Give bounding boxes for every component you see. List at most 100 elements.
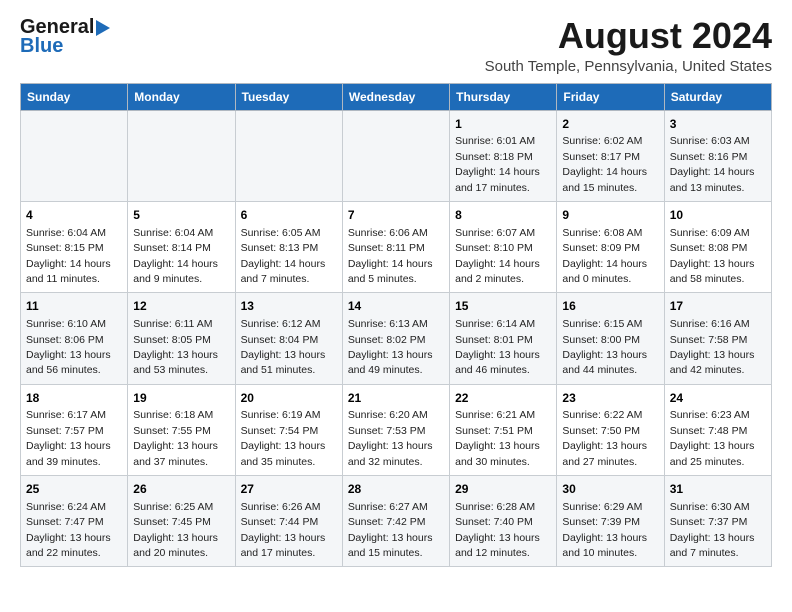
day-info: Sunrise: 6:02 AMSunset: 8:17 PMDaylight:… xyxy=(562,135,647,193)
logo-arrow-icon xyxy=(96,20,110,36)
calendar-cell: 12Sunrise: 6:11 AMSunset: 8:05 PMDayligh… xyxy=(128,293,235,384)
day-number: 31 xyxy=(670,481,766,498)
title-block: August 2024 South Temple, Pennsylvania, … xyxy=(485,16,772,75)
day-info: Sunrise: 6:01 AMSunset: 8:18 PMDaylight:… xyxy=(455,135,540,193)
day-info: Sunrise: 6:19 AMSunset: 7:54 PMDaylight:… xyxy=(241,409,326,467)
calendar-week-row: 11Sunrise: 6:10 AMSunset: 8:06 PMDayligh… xyxy=(21,293,772,384)
day-info: Sunrise: 6:06 AMSunset: 8:11 PMDaylight:… xyxy=(348,227,433,285)
day-info: Sunrise: 6:26 AMSunset: 7:44 PMDaylight:… xyxy=(241,501,326,559)
calendar-cell: 22Sunrise: 6:21 AMSunset: 7:51 PMDayligh… xyxy=(450,384,557,475)
day-info: Sunrise: 6:29 AMSunset: 7:39 PMDaylight:… xyxy=(562,501,647,559)
calendar-cell: 26Sunrise: 6:25 AMSunset: 7:45 PMDayligh… xyxy=(128,476,235,567)
day-info: Sunrise: 6:28 AMSunset: 7:40 PMDaylight:… xyxy=(455,501,540,559)
day-info: Sunrise: 6:20 AMSunset: 7:53 PMDaylight:… xyxy=(348,409,433,467)
day-number: 10 xyxy=(670,207,766,224)
day-info: Sunrise: 6:10 AMSunset: 8:06 PMDaylight:… xyxy=(26,318,111,376)
day-info: Sunrise: 6:17 AMSunset: 7:57 PMDaylight:… xyxy=(26,409,111,467)
day-info: Sunrise: 6:16 AMSunset: 7:58 PMDaylight:… xyxy=(670,318,755,376)
calendar-cell xyxy=(128,110,235,201)
calendar-cell: 5 Sunrise: 6:04 AMSunset: 8:14 PMDaylight… xyxy=(128,201,235,292)
day-of-week-header: Thursday xyxy=(450,83,557,110)
calendar-cell xyxy=(235,110,342,201)
day-number: 3 xyxy=(670,116,766,133)
calendar-cell: 21 Sunrise: 6:20 AMSunset: 7:53 PMDayligh… xyxy=(342,384,449,475)
calendar-cell: 24Sunrise: 6:23 AMSunset: 7:48 PMDayligh… xyxy=(664,384,771,475)
day-of-week-header: Monday xyxy=(128,83,235,110)
day-number: 19 xyxy=(133,390,229,407)
day-info: Sunrise: 6:24 AMSunset: 7:47 PMDaylight:… xyxy=(26,501,111,559)
day-number: 28 xyxy=(348,481,444,498)
day-number: 5 xyxy=(133,207,229,224)
day-info: Sunrise: 6:14 AMSunset: 8:01 PMDaylight:… xyxy=(455,318,540,376)
calendar-cell: 2 Sunrise: 6:02 AMSunset: 8:17 PMDaylight… xyxy=(557,110,664,201)
day-number: 9 xyxy=(562,207,658,224)
calendar-week-row: 18 Sunrise: 6:17 AMSunset: 7:57 PMDayligh… xyxy=(21,384,772,475)
day-number: 21 xyxy=(348,390,444,407)
calendar-cell xyxy=(342,110,449,201)
day-of-week-header: Wednesday xyxy=(342,83,449,110)
calendar-cell: 17Sunrise: 6:16 AMSunset: 7:58 PMDayligh… xyxy=(664,293,771,384)
day-info: Sunrise: 6:12 AMSunset: 8:04 PMDaylight:… xyxy=(241,318,326,376)
calendar-cell: 10Sunrise: 6:09 AMSunset: 8:08 PMDayligh… xyxy=(664,201,771,292)
page-subtitle: South Temple, Pennsylvania, United State… xyxy=(485,58,772,75)
day-number: 4 xyxy=(26,207,122,224)
calendar-cell: 13Sunrise: 6:12 AMSunset: 8:04 PMDayligh… xyxy=(235,293,342,384)
calendar-cell: 30Sunrise: 6:29 AMSunset: 7:39 PMDayligh… xyxy=(557,476,664,567)
calendar-cell: 9 Sunrise: 6:08 AMSunset: 8:09 PMDaylight… xyxy=(557,201,664,292)
page-title: August 2024 xyxy=(485,16,772,56)
day-number: 1 xyxy=(455,116,551,133)
day-of-week-header: Tuesday xyxy=(235,83,342,110)
calendar-cell: 11Sunrise: 6:10 AMSunset: 8:06 PMDayligh… xyxy=(21,293,128,384)
day-info: Sunrise: 6:07 AMSunset: 8:10 PMDaylight:… xyxy=(455,227,540,285)
day-number: 16 xyxy=(562,298,658,315)
calendar-cell: 16 Sunrise: 6:15 AMSunset: 8:00 PMDayligh… xyxy=(557,293,664,384)
day-number: 15 xyxy=(455,298,551,315)
day-number: 6 xyxy=(241,207,337,224)
day-number: 12 xyxy=(133,298,229,315)
day-number: 23 xyxy=(562,390,658,407)
day-info: Sunrise: 6:04 AMSunset: 8:15 PMDaylight:… xyxy=(26,227,111,285)
logo: General Blue xyxy=(20,16,110,58)
day-info: Sunrise: 6:30 AMSunset: 7:37 PMDaylight:… xyxy=(670,501,755,559)
calendar-week-row: 4 Sunrise: 6:04 AMSunset: 8:15 PMDaylight… xyxy=(21,201,772,292)
day-number: 2 xyxy=(562,116,658,133)
page-header: General Blue August 2024 South Temple, P… xyxy=(20,16,772,75)
calendar-cell: 15 Sunrise: 6:14 AMSunset: 8:01 PMDayligh… xyxy=(450,293,557,384)
calendar-table: SundayMondayTuesdayWednesdayThursdayFrid… xyxy=(20,83,772,568)
day-info: Sunrise: 6:03 AMSunset: 8:16 PMDaylight:… xyxy=(670,135,755,193)
day-number: 8 xyxy=(455,207,551,224)
calendar-cell: 20 Sunrise: 6:19 AMSunset: 7:54 PMDayligh… xyxy=(235,384,342,475)
day-info: Sunrise: 6:22 AMSunset: 7:50 PMDaylight:… xyxy=(562,409,647,467)
calendar-cell: 6Sunrise: 6:05 AMSunset: 8:13 PMDaylight… xyxy=(235,201,342,292)
calendar-cell: 1 Sunrise: 6:01 AMSunset: 8:18 PMDaylight… xyxy=(450,110,557,201)
day-of-week-header: Sunday xyxy=(21,83,128,110)
calendar-cell: 29 Sunrise: 6:28 AMSunset: 7:40 PMDayligh… xyxy=(450,476,557,567)
calendar-cell: 23 Sunrise: 6:22 AMSunset: 7:50 PMDayligh… xyxy=(557,384,664,475)
day-of-week-header: Friday xyxy=(557,83,664,110)
day-of-week-header: Saturday xyxy=(664,83,771,110)
calendar-cell: 27Sunrise: 6:26 AMSunset: 7:44 PMDayligh… xyxy=(235,476,342,567)
day-info: Sunrise: 6:27 AMSunset: 7:42 PMDaylight:… xyxy=(348,501,433,559)
day-number: 18 xyxy=(26,390,122,407)
day-info: Sunrise: 6:08 AMSunset: 8:09 PMDaylight:… xyxy=(562,227,647,285)
calendar-week-row: 1 Sunrise: 6:01 AMSunset: 8:18 PMDaylight… xyxy=(21,110,772,201)
day-info: Sunrise: 6:21 AMSunset: 7:51 PMDaylight:… xyxy=(455,409,540,467)
calendar-cell: 28 Sunrise: 6:27 AMSunset: 7:42 PMDayligh… xyxy=(342,476,449,567)
calendar-header-row: SundayMondayTuesdayWednesdayThursdayFrid… xyxy=(21,83,772,110)
calendar-cell: 19Sunrise: 6:18 AMSunset: 7:55 PMDayligh… xyxy=(128,384,235,475)
day-number: 20 xyxy=(241,390,337,407)
calendar-cell: 4 Sunrise: 6:04 AMSunset: 8:15 PMDaylight… xyxy=(21,201,128,292)
day-number: 29 xyxy=(455,481,551,498)
day-number: 24 xyxy=(670,390,766,407)
day-number: 26 xyxy=(133,481,229,498)
calendar-cell: 14Sunrise: 6:13 AMSunset: 8:02 PMDayligh… xyxy=(342,293,449,384)
calendar-week-row: 25 Sunrise: 6:24 AMSunset: 7:47 PMDayligh… xyxy=(21,476,772,567)
day-number: 7 xyxy=(348,207,444,224)
day-number: 25 xyxy=(26,481,122,498)
calendar-cell: 18 Sunrise: 6:17 AMSunset: 7:57 PMDayligh… xyxy=(21,384,128,475)
day-info: Sunrise: 6:04 AMSunset: 8:14 PMDaylight:… xyxy=(133,227,218,285)
day-info: Sunrise: 6:15 AMSunset: 8:00 PMDaylight:… xyxy=(562,318,647,376)
calendar-cell: 8 Sunrise: 6:07 AMSunset: 8:10 PMDaylight… xyxy=(450,201,557,292)
logo-blue: Blue xyxy=(20,35,63,58)
day-info: Sunrise: 6:13 AMSunset: 8:02 PMDaylight:… xyxy=(348,318,433,376)
